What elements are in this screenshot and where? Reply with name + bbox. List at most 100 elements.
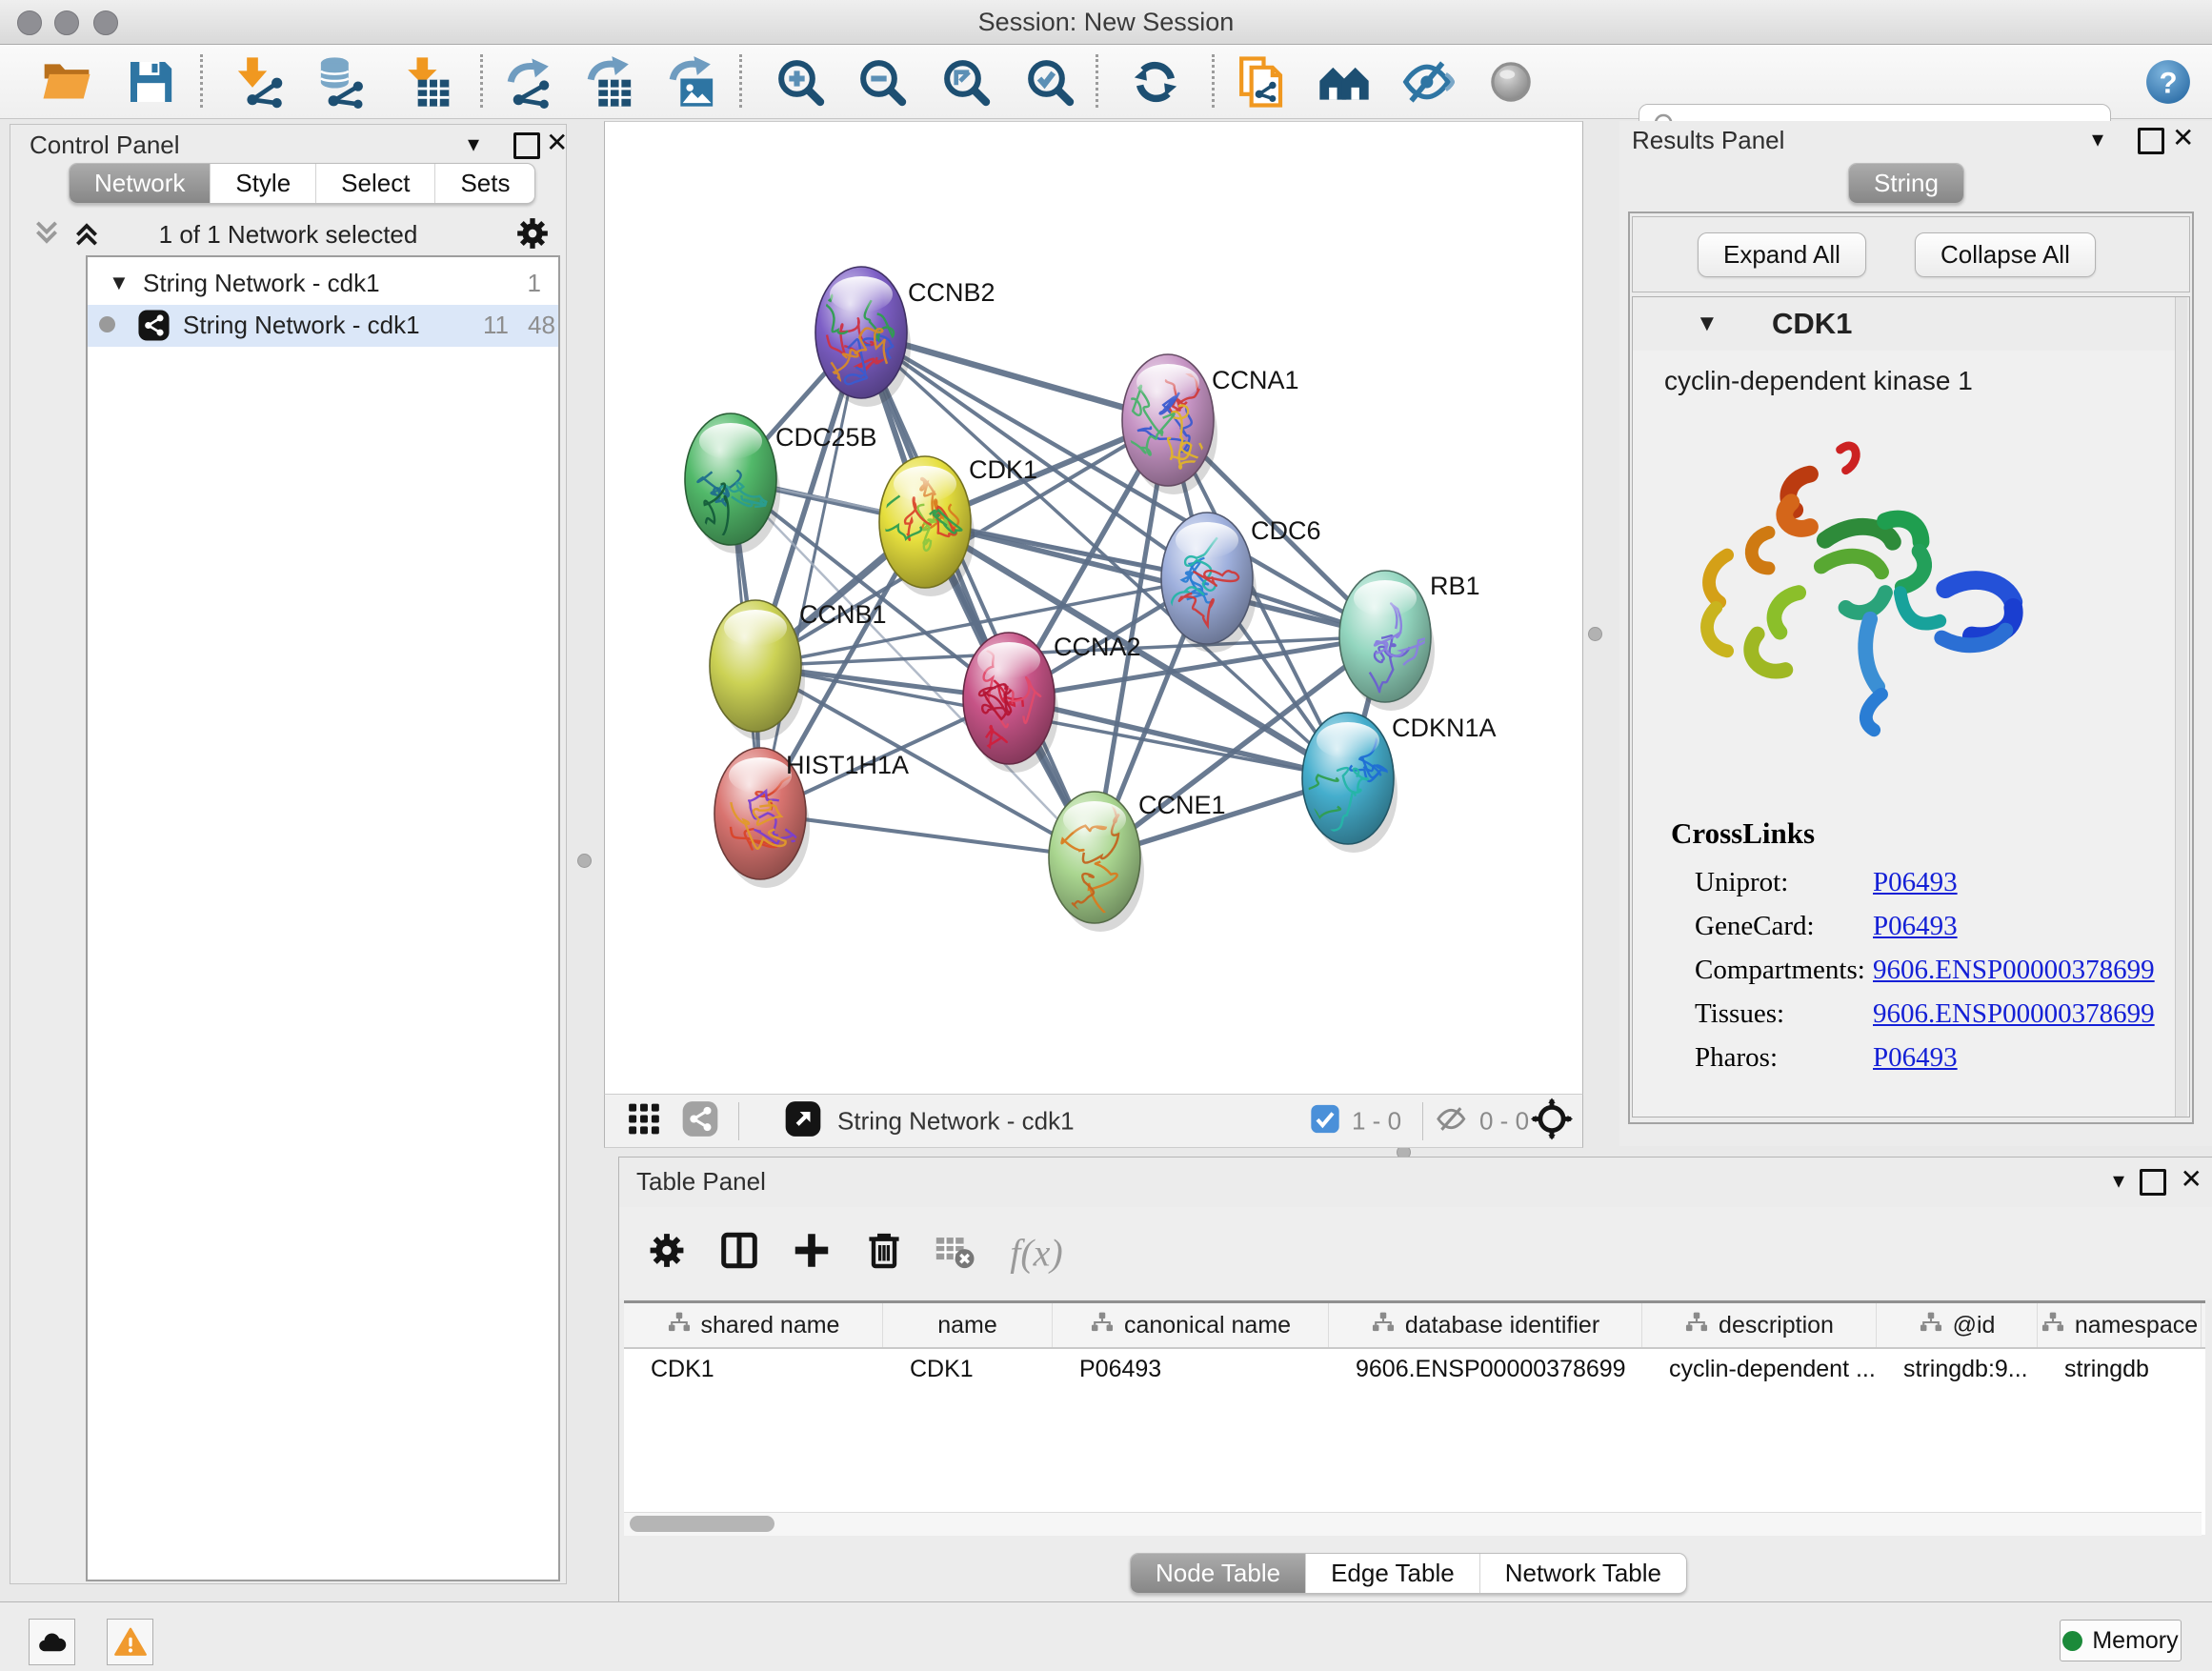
hidden-eye-slash-icon[interactable] — [1436, 1102, 1468, 1139]
zoom-in-icon[interactable] — [774, 55, 827, 109]
results-scrollbar[interactable] — [2175, 297, 2187, 1117]
scrollbar-thumb[interactable] — [630, 1516, 774, 1532]
collection-expand-icon[interactable]: ▼ — [109, 271, 130, 295]
crosslink-link[interactable]: 9606.ENSP00000378699 — [1873, 955, 2155, 986]
help-icon[interactable]: ? — [2144, 58, 2192, 106]
results-panel-float-icon[interactable]: ▾ — [2092, 126, 2103, 153]
footer-separator — [738, 1102, 739, 1140]
zoom-out-icon[interactable] — [855, 55, 909, 109]
expand-all-button[interactable]: Expand All — [1698, 232, 1866, 277]
crosslink-link[interactable]: P06493 — [1873, 1042, 1958, 1074]
string-document-icon[interactable] — [1234, 55, 1287, 109]
node-label-CDK1: CDK1 — [969, 455, 1037, 484]
network-collection-row[interactable]: ▼ String Network - cdk1 1 — [88, 263, 558, 305]
tab-string[interactable]: String — [1849, 164, 1963, 203]
crosslink-row: Uniprot:P06493 — [1695, 867, 2171, 911]
show-columns-icon[interactable] — [717, 1229, 761, 1278]
left-splitter-handle[interactable] — [577, 854, 592, 868]
toolbar-separator — [739, 54, 742, 108]
warning-status-button[interactable] — [107, 1619, 153, 1665]
control-panel-maximize-icon[interactable] — [513, 132, 540, 159]
selected-checkbox-icon[interactable] — [1310, 1103, 1340, 1138]
gene-section-header[interactable]: ▼ CDK1 — [1633, 297, 2189, 351]
export-image-icon[interactable] — [665, 55, 718, 109]
network-edge — [760, 814, 1095, 857]
control-panel-close-icon[interactable]: ✕ — [546, 127, 568, 158]
table-panel-maximize-icon[interactable] — [2140, 1169, 2166, 1196]
crosslinks-list: Uniprot:P06493GeneCard:P06493Compartment… — [1695, 867, 2171, 1086]
gene-collapse-icon[interactable]: ▼ — [1696, 311, 1719, 337]
toolbar-separator — [1212, 54, 1215, 108]
network-canvas[interactable]: CCNB2CCNA1CDC25BCDK1CDC6RB1CCNB1CCNA2CDK… — [604, 121, 1583, 1095]
cloud-status-button[interactable] — [29, 1619, 75, 1665]
homes-icon[interactable] — [1317, 55, 1371, 109]
tab-edge-table[interactable]: Edge Table — [1305, 1554, 1479, 1593]
export-table-icon[interactable] — [583, 55, 636, 109]
collapse-all-button[interactable]: Collapse All — [1915, 232, 2096, 277]
table-horizontal-scrollbar[interactable] — [624, 1512, 2202, 1536]
tab-network[interactable]: Network — [70, 164, 210, 203]
column-header-canonical-name[interactable]: canonical name — [1053, 1303, 1329, 1347]
fit-content-crosshair-icon[interactable] — [1531, 1097, 1573, 1144]
table-panel-close-icon[interactable]: ✕ — [2181, 1163, 2202, 1195]
crosslink-link[interactable]: P06493 — [1873, 867, 1958, 898]
control-panel-title: Control Panel — [30, 131, 180, 160]
column-header-shared-name[interactable]: shared name — [624, 1303, 883, 1347]
zoom-fit-icon[interactable] — [939, 55, 993, 109]
results-panel-maximize-icon[interactable] — [2138, 128, 2164, 154]
network-node-RB1[interactable]: RB1 — [1339, 571, 1480, 711]
table-options-gear-icon[interactable] — [646, 1230, 688, 1277]
save-session-icon[interactable] — [124, 55, 177, 109]
network-view-share-icon[interactable] — [681, 1099, 719, 1142]
zoom-selected-icon[interactable] — [1023, 55, 1076, 109]
network-node-CCNA1[interactable]: CCNA1 — [1119, 354, 1299, 494]
tab-node-table[interactable]: Node Table — [1131, 1554, 1305, 1593]
network-node-CCNE1[interactable]: CCNE1 — [1049, 791, 1226, 932]
crosslink-link[interactable]: P06493 — [1873, 911, 1958, 942]
create-column-plus-icon[interactable] — [790, 1229, 834, 1278]
results-panel-close-icon[interactable]: ✕ — [2172, 122, 2194, 153]
crosslink-link[interactable]: 9606.ENSP00000378699 — [1873, 998, 2155, 1030]
grid-view-icon[interactable] — [626, 1100, 662, 1141]
right-splitter-handle[interactable] — [1588, 627, 1602, 641]
network-row-selected[interactable]: String Network - cdk1 11 48 — [88, 305, 558, 347]
tab-network-table[interactable]: Network Table — [1479, 1554, 1686, 1593]
column-header-namespace[interactable]: namespace — [2038, 1303, 2202, 1347]
column-header-@id[interactable]: @id — [1877, 1303, 2038, 1347]
column-header-name[interactable]: name — [883, 1303, 1053, 1347]
import-network-file-icon[interactable] — [232, 55, 286, 109]
control-panel-float-icon[interactable]: ▾ — [468, 131, 479, 158]
table-panel: Table Panel ▾ ✕ f(x) shared namenamecano… — [618, 1157, 2212, 1601]
network-node-CCNB1[interactable]: CCNB1 — [710, 600, 887, 740]
column-label: name — [937, 1312, 997, 1339]
network-node-CCNB2[interactable]: CCNB2 — [815, 267, 995, 407]
network-options-gear-icon[interactable] — [513, 214, 552, 257]
show-panel-eye-icon — [1484, 55, 1538, 109]
hide-panels-eye-slash-icon[interactable] — [1401, 55, 1455, 109]
tab-sets[interactable]: Sets — [434, 164, 534, 203]
node-label-CCNB1: CCNB1 — [799, 600, 887, 629]
network-node-CDKN1A[interactable]: CDKN1A — [1279, 713, 1497, 853]
import-network-database-icon[interactable] — [312, 55, 366, 109]
import-table-icon[interactable] — [400, 55, 453, 109]
column-label: database identifier — [1405, 1312, 1599, 1339]
memory-button[interactable]: Memory — [2060, 1620, 2182, 1661]
column-header-description[interactable]: description — [1642, 1303, 1877, 1347]
open-in-window-icon[interactable] — [784, 1099, 822, 1142]
export-network-icon[interactable] — [503, 55, 556, 109]
refresh-icon[interactable] — [1129, 55, 1182, 109]
table-cell: CDK1 — [624, 1349, 883, 1389]
network-edge — [1009, 698, 1348, 778]
tab-select[interactable]: Select — [315, 164, 434, 203]
table-panel-float-icon[interactable]: ▾ — [2113, 1167, 2124, 1195]
table-row[interactable]: CDK1CDK1P064939606.ENSP00000378699cyclin… — [624, 1349, 2205, 1389]
selected-node-edge-count: 1 - 0 — [1352, 1106, 1401, 1136]
open-session-icon[interactable] — [40, 55, 93, 109]
network-node-HIST1H1A[interactable]: HIST1H1A — [714, 748, 909, 888]
tab-style[interactable]: Style — [210, 164, 315, 203]
network-svg[interactable]: CCNB2CCNA1CDC25BCDK1CDC6RB1CCNB1CCNA2CDK… — [605, 122, 1580, 1093]
crosslink-label: Tissues: — [1695, 998, 1784, 1029]
node-label-CDC6: CDC6 — [1251, 516, 1321, 545]
column-header-database-identifier[interactable]: database identifier — [1329, 1303, 1642, 1347]
delete-column-trash-icon[interactable] — [863, 1230, 905, 1277]
